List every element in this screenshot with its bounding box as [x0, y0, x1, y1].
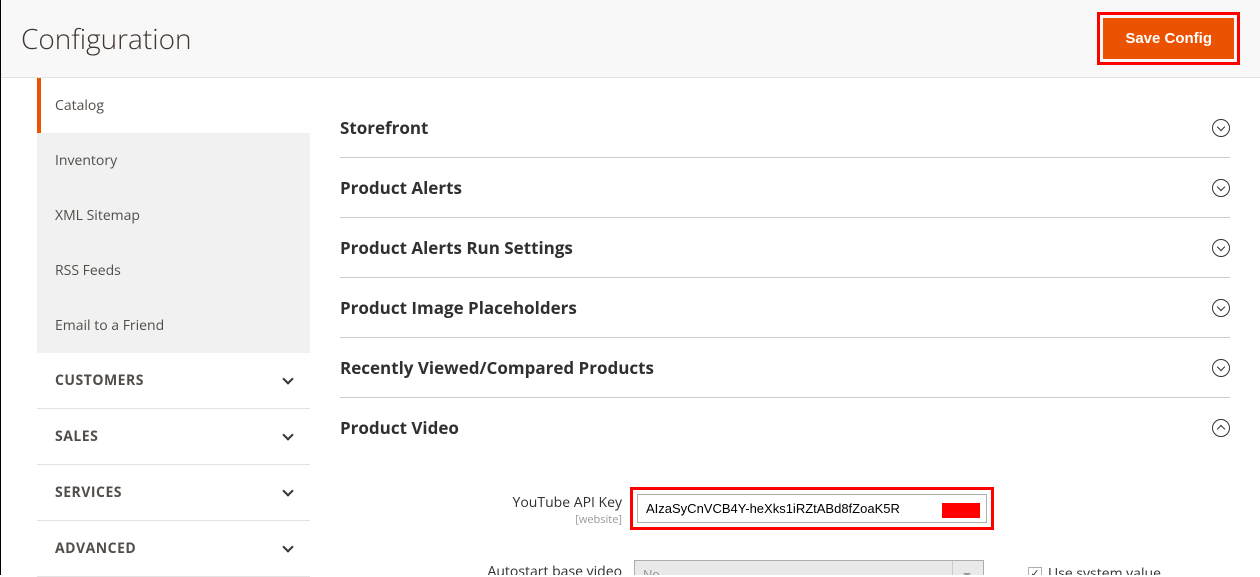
- form-row-youtube-api-key: YouTube API Key [website]: [340, 487, 1230, 530]
- sidebar-item-xml-sitemap[interactable]: XML Sitemap: [37, 188, 310, 243]
- product-video-form: YouTube API Key [website] Autostart base…: [340, 457, 1230, 575]
- section-title: Recently Viewed/Compared Products: [340, 356, 654, 379]
- sidebar-group-label: CUSTOMERS: [55, 371, 144, 390]
- field-label: Autostart base video: [340, 562, 622, 575]
- section-title: Product Image Placeholders: [340, 296, 577, 319]
- section-product-video[interactable]: Product Video: [340, 398, 1230, 457]
- sidebar-group-advanced[interactable]: ADVANCED: [37, 521, 310, 577]
- sidebar-item-rss-feeds[interactable]: RSS Feeds: [37, 243, 310, 298]
- sidebar-item-email-friend[interactable]: Email to a Friend: [37, 298, 310, 353]
- chevron-circle-icon: [1212, 299, 1230, 317]
- section-product-alerts[interactable]: Product Alerts: [340, 158, 1230, 218]
- sidebar-group-label: ADVANCED: [55, 539, 136, 558]
- sidebar-item-catalog[interactable]: Catalog: [37, 78, 310, 133]
- chevron-circle-icon: [1212, 239, 1230, 257]
- section-title: Product Alerts Run Settings: [340, 236, 573, 259]
- field-label-wrap: YouTube API Key [website]: [340, 487, 630, 527]
- section-title: Product Video: [340, 416, 459, 439]
- chevron-down-icon: [282, 485, 293, 496]
- use-system-value-wrap: ✓ Use system value: [1028, 556, 1161, 575]
- chevron-down-icon: [282, 429, 293, 440]
- sidebar-item-inventory[interactable]: Inventory: [37, 133, 310, 188]
- chevron-circle-icon: [1212, 359, 1230, 377]
- field-scope: [website]: [340, 512, 622, 527]
- section-title: Storefront: [340, 116, 428, 139]
- field-label: YouTube API Key: [340, 493, 622, 512]
- sidebar-group-customers[interactable]: CUSTOMERS: [37, 353, 310, 409]
- chevron-circle-icon: [1212, 179, 1230, 197]
- main-content: Storefront Product Alerts Product Alerts…: [310, 78, 1260, 575]
- section-title: Product Alerts: [340, 176, 462, 199]
- sidebar-group-sales[interactable]: SALES: [37, 409, 310, 465]
- youtube-api-key-highlight: [630, 487, 994, 530]
- admin-body: Catalog Inventory XML Sitemap RSS Feeds …: [1, 78, 1260, 575]
- chevron-circle-icon: [1212, 419, 1230, 437]
- sidebar-item-label: Catalog: [55, 96, 104, 115]
- sidebar-group-label: SERVICES: [55, 483, 122, 502]
- use-system-value-checkbox[interactable]: ✓: [1028, 567, 1042, 576]
- sidebar: Catalog Inventory XML Sitemap RSS Feeds …: [1, 78, 310, 575]
- section-product-alerts-run[interactable]: Product Alerts Run Settings: [340, 218, 1230, 278]
- autostart-select[interactable]: [634, 560, 984, 575]
- youtube-api-key-input[interactable]: [637, 494, 987, 523]
- save-button-highlight: Save Config: [1097, 12, 1240, 65]
- page-title: Configuration: [21, 20, 192, 58]
- form-row-autostart: Autostart base video [store view] ✓ Use …: [340, 556, 1230, 575]
- chevron-down-icon: [282, 373, 293, 384]
- sidebar-group-label: SALES: [55, 427, 98, 446]
- sidebar-group-services[interactable]: SERVICES: [37, 465, 310, 521]
- use-system-value-label: Use system value: [1048, 564, 1161, 575]
- chevron-down-icon: [282, 541, 293, 552]
- redaction-block: [942, 503, 980, 518]
- save-config-button[interactable]: Save Config: [1103, 18, 1234, 59]
- chevron-circle-icon: [1212, 119, 1230, 137]
- section-recently-viewed[interactable]: Recently Viewed/Compared Products: [340, 338, 1230, 398]
- field-label-wrap: Autostart base video [store view]: [340, 556, 630, 575]
- section-image-placeholders[interactable]: Product Image Placeholders: [340, 278, 1230, 338]
- page-header: Configuration Save Config: [1, 0, 1260, 78]
- autostart-select-wrap: [630, 556, 988, 575]
- section-storefront[interactable]: Storefront: [340, 98, 1230, 158]
